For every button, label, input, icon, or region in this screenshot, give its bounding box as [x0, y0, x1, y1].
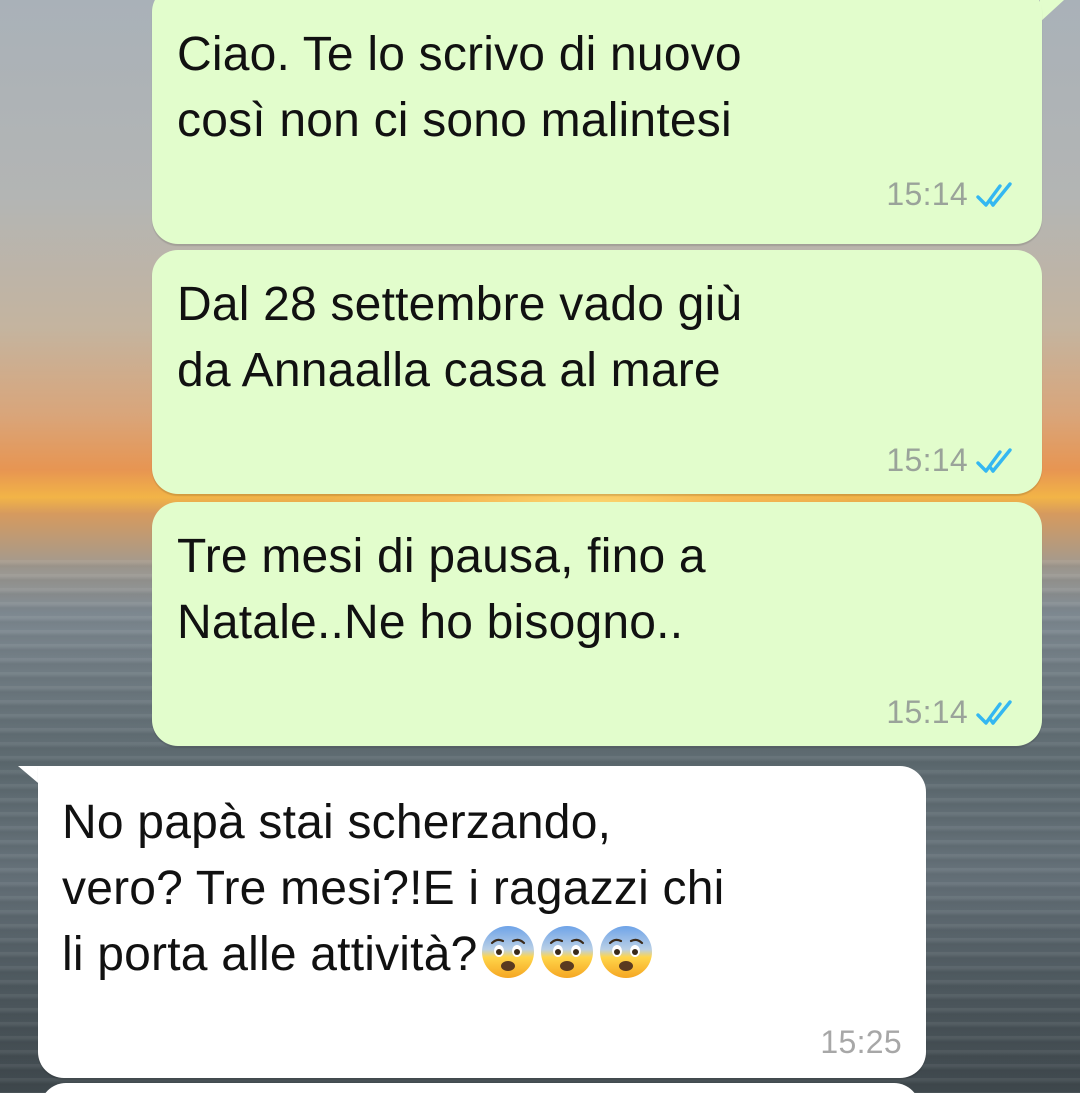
- message-meta: 15:25: [820, 1024, 902, 1061]
- message-time: 15:14: [886, 176, 968, 212]
- message-meta: 15:14: [886, 694, 1020, 731]
- message-text: No papà stai scherzando, vero? Tre mesi?…: [62, 790, 902, 988]
- fearful-face-emoji-icon: [541, 926, 594, 978]
- message-time: 15:14: [886, 694, 968, 730]
- message-time: 15:14: [886, 442, 968, 478]
- double-check-icon: [976, 699, 1012, 725]
- message-text: Dal 28 settembre vado giù da Annaalla ca…: [177, 278, 743, 397]
- outgoing-message[interactable]: Dal 28 settembre vado giù da Annaalla ca…: [152, 250, 1042, 494]
- message-time: 15:25: [820, 1024, 902, 1060]
- double-check-icon: [976, 181, 1012, 207]
- message-meta: 15:14: [886, 442, 1020, 479]
- incoming-message-partial[interactable]: [40, 1083, 920, 1113]
- fearful-face-emoji-icon: [600, 926, 653, 978]
- message-text: Ciao. Te lo scrivo di nuovo così non ci …: [177, 28, 742, 147]
- fearful-face-emoji-icon: [482, 926, 535, 978]
- message-meta: 15:14: [886, 176, 1020, 213]
- outgoing-message[interactable]: Tre mesi di pausa, fino a Natale..Ne ho …: [152, 502, 1042, 746]
- outgoing-message[interactable]: Ciao. Te lo scrivo di nuovo così non ci …: [152, 0, 1042, 244]
- incoming-message[interactable]: No papà stai scherzando, vero? Tre mesi?…: [38, 766, 926, 1078]
- message-text: Tre mesi di pausa, fino a Natale..Ne ho …: [177, 530, 706, 649]
- double-check-icon: [976, 447, 1012, 473]
